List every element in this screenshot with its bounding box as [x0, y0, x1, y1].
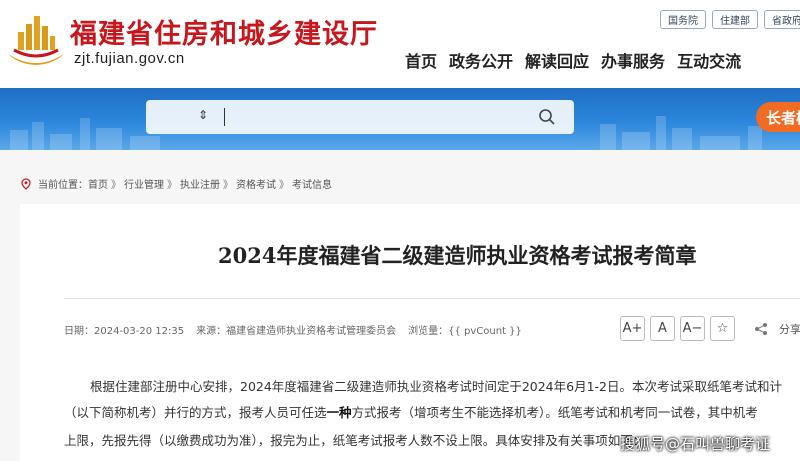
breadcrumb-separator: 》 — [167, 180, 177, 191]
nav-gov-affairs[interactable]: 政务公开 — [449, 48, 513, 72]
paragraph-text: （以下简称机考）并行的方式，报考人员可任选 — [64, 405, 327, 420]
watermark: 搜狐号@石叫兽聊考证 — [620, 435, 771, 453]
elder-mode-button[interactable]: 长者模 — [756, 102, 800, 132]
breadcrumb-registration[interactable]: 执业注册 — [180, 176, 220, 191]
nav-services[interactable]: 办事服务 — [601, 48, 665, 72]
top-link-province[interactable]: 省政府 — [764, 10, 800, 29]
search-scope-toggle-icon[interactable]: ⇕ — [198, 108, 208, 122]
share-label: 分享: — [779, 322, 800, 336]
breadcrumb-separator: 》 — [279, 180, 289, 191]
paragraph-emphasis: 一种 — [326, 405, 352, 420]
top-link-mohurd[interactable]: 住建部 — [712, 10, 758, 29]
site-url: zjt.fujian.gov.cn — [74, 50, 185, 67]
publish-date: 日期：2024-03-20 12:35 — [64, 326, 185, 337]
title-divider — [64, 298, 800, 299]
article-title: 2024年度福建省二级建造师执业资格考试报考简章 — [218, 243, 697, 268]
breadcrumb-exam-info[interactable]: 考试信息 — [292, 176, 332, 191]
site-logo[interactable] — [4, 10, 68, 70]
search-banner: ⇕ 长者模 — [0, 88, 800, 150]
site-header: 福建省住房和城乡建设厅 zjt.fujian.gov.cn 国务院 住建部 省政… — [0, 0, 800, 88]
share-icon[interactable] — [754, 322, 768, 336]
favorite-star-icon[interactable]: ☆ — [710, 316, 735, 341]
search-box: ⇕ — [146, 100, 574, 134]
article-source: 来源：福建省建造师执业资格考试管理委员会 — [196, 326, 397, 337]
text-cursor — [224, 108, 225, 126]
breadcrumb-separator: 》 — [223, 180, 233, 191]
top-links: 国务院 住建部 省政府 — [660, 10, 800, 29]
article-paragraph-line: 上限，先报先得（以缴费成功为准），报完为止，纸笔考试报考人数不设上限。具体安排及… — [64, 433, 646, 448]
nav-interaction[interactable]: 互动交流 — [677, 48, 741, 72]
view-count: 浏览量：{{ pvCount }} — [408, 326, 522, 337]
breadcrumb-home[interactable]: 首页 — [88, 176, 108, 191]
main-nav: 首页 政务公开 解读回应 办事服务 互动交流 — [405, 48, 741, 72]
breadcrumb-industry[interactable]: 行业管理 — [124, 176, 164, 191]
article-paragraph-line: 根据住建部注册中心安排，2024年度福建省二级建造师执业资格考试时间定于2024… — [90, 379, 782, 394]
search-icon[interactable] — [538, 108, 556, 126]
article-paragraph-line: （以下简称机考）并行的方式，报考人员可任选一种方式报考（增项考生不能选择机考）。… — [64, 402, 758, 421]
breadcrumb-separator: 》 — [111, 180, 121, 191]
nav-home[interactable]: 首页 — [405, 48, 437, 72]
article-tools: A+ A A− ☆ 分享: — [620, 316, 800, 341]
breadcrumb-qualification-exam[interactable]: 资格考试 — [236, 176, 276, 191]
font-decrease-button[interactable]: A− — [680, 316, 705, 341]
top-link-state-council[interactable]: 国务院 — [660, 10, 706, 29]
font-normal-button[interactable]: A — [650, 316, 675, 341]
site-title: 福建省住房和城乡建设厅 — [70, 19, 378, 50]
breadcrumb: 当前位置： 首页 》 行业管理 》 执业注册 》 资格考试 》 考试信息 — [20, 176, 332, 191]
nav-interpretation[interactable]: 解读回应 — [525, 48, 589, 72]
search-input[interactable] — [230, 106, 530, 128]
font-increase-button[interactable]: A+ — [620, 316, 645, 341]
paragraph-text: 方式报考（增项考生不能选择机考）。纸笔考试和机考同一试卷，其中机考 — [351, 405, 758, 420]
breadcrumb-prefix: 当前位置： — [38, 180, 88, 191]
location-pin-icon — [21, 177, 31, 190]
article-meta: 日期：2024-03-20 12:35 来源：福建省建造师执业资格考试管理委员会… — [64, 322, 522, 337]
